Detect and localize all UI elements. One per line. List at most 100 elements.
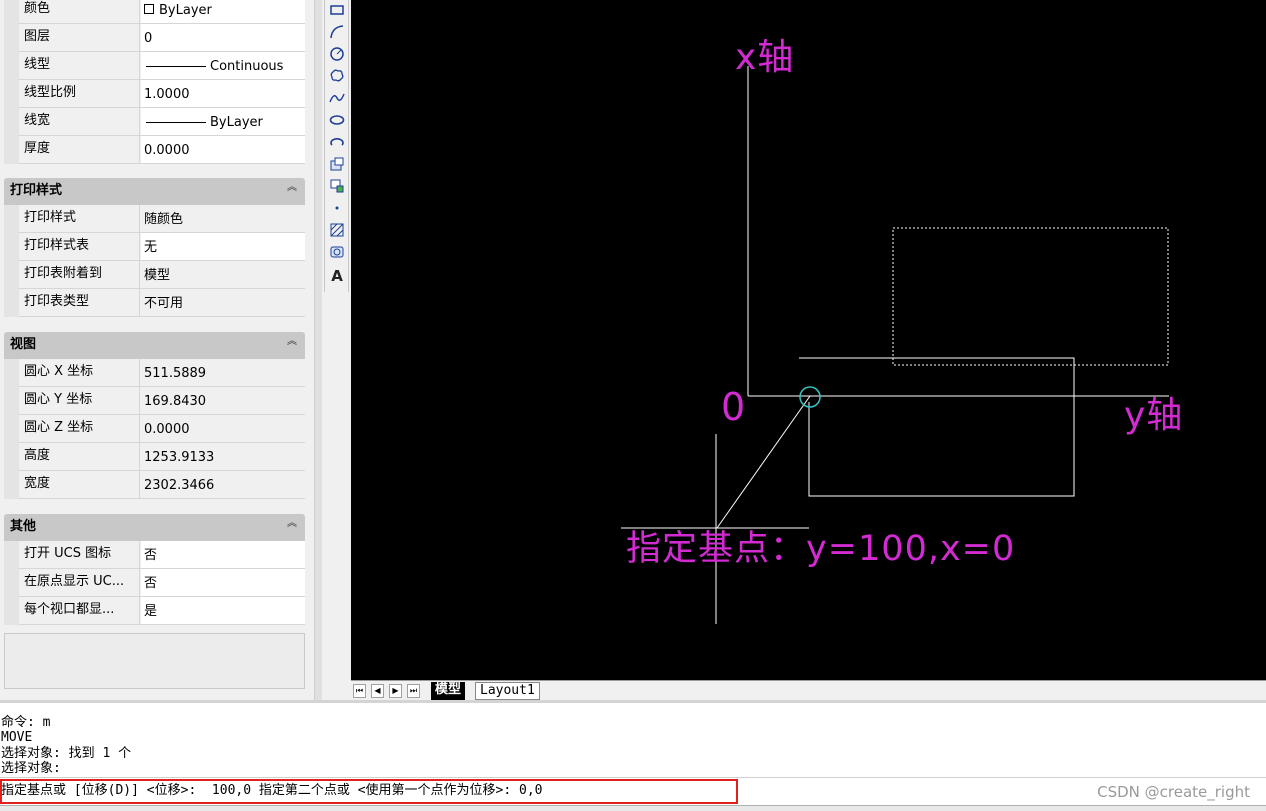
prop-row-center-y[interactable]: 圆心 Y 坐标 169.8430 (19, 387, 305, 415)
prop-value[interactable]: 随颜色 (141, 205, 305, 232)
prop-name: 打印表附着到 (19, 261, 140, 288)
prop-row-center-z[interactable]: 圆心 Z 坐标 0.0000 (19, 415, 305, 443)
color-swatch-icon (144, 4, 154, 14)
prop-value[interactable]: 169.8430 (141, 387, 305, 414)
layout-tab-bar: ⏮ ◀ ▶ ⏭ 模型 Layout1 (351, 680, 1266, 700)
tab-first-icon[interactable]: ⏮ (353, 684, 366, 698)
move-preview-rectangle (892, 227, 1169, 366)
prop-value[interactable]: 0.0000 (141, 136, 305, 163)
prop-row-ucs-per-viewport[interactable]: 每个视口都显... 是 (19, 597, 305, 625)
prop-name: 圆心 X 坐标 (19, 359, 140, 386)
tab-layout1[interactable]: Layout1 (475, 682, 540, 700)
prop-row-layer[interactable]: 图层 0 (19, 24, 305, 52)
prop-value[interactable]: 否 (141, 569, 305, 596)
circle-icon[interactable] (327, 46, 347, 66)
prop-name: 圆心 Z 坐标 (19, 415, 140, 442)
snap-marker-icon (799, 386, 821, 408)
prop-name: 线型比例 (19, 80, 140, 107)
collapse-icon[interactable]: ︽ (287, 178, 297, 198)
prop-row-linetype[interactable]: 线型 Continuous (19, 52, 305, 80)
tab-next-icon[interactable]: ▶ (389, 684, 402, 698)
highlight-box (0, 779, 738, 804)
prop-value[interactable]: 0 (141, 24, 305, 51)
arc-icon[interactable] (327, 24, 347, 44)
drawing-geometry[interactable] (351, 0, 1266, 680)
palette-scrollbar[interactable] (314, 0, 322, 700)
command-history-line: 选择对象: 找到 1 个 (1, 746, 132, 761)
prop-value-text: ByLayer (210, 115, 263, 130)
prop-value-text: ByLayer (159, 3, 212, 18)
ellipse-arc-icon[interactable] (327, 134, 347, 154)
tab-model[interactable]: 模型 (431, 682, 466, 700)
point-icon[interactable] (327, 200, 347, 220)
command-history-line: MOVE (1, 730, 33, 745)
properties-palette: 颜色 ByLayer 图层 0 线型 Continuous 线型比例 1.000… (0, 0, 322, 700)
rectangle-entity[interactable] (799, 357, 1075, 497)
prop-value[interactable]: 无 (141, 233, 305, 260)
palette-group-bar (4, 0, 19, 164)
section-header-view[interactable]: 视图 ︽ (4, 332, 305, 359)
prop-name: 打印样式表 (19, 233, 140, 260)
hatch-icon[interactable] (327, 222, 347, 242)
label-x-axis[interactable]: x轴 (735, 28, 794, 80)
tab-prev-icon[interactable]: ◀ (371, 684, 384, 698)
prop-value[interactable]: ByLayer (141, 108, 305, 135)
prop-row-height[interactable]: 高度 1253.9133 (19, 443, 305, 471)
prop-value[interactable]: 1.0000 (141, 80, 305, 107)
prop-row-plot-table-attached[interactable]: 打印表附着到 模型 (19, 261, 305, 289)
prop-name: 在原点显示 UC... (19, 569, 140, 596)
label-annotation[interactable]: 指定基点：y=100,x=0 (626, 520, 1015, 571)
insert-block-icon[interactable] (327, 156, 347, 176)
command-line-window[interactable]: 命令: m MOVE 选择对象: 找到 1 个 选择对象: 指定基点或 [位移(… (0, 700, 1266, 811)
prop-row-thickness[interactable]: 厚度 0.0000 (19, 136, 305, 164)
section-header-misc[interactable]: 其他 ︽ (4, 514, 305, 541)
rectangle-icon[interactable] (327, 2, 347, 22)
section-header-print-style[interactable]: 打印样式 ︽ (4, 178, 305, 205)
collapse-icon[interactable]: ︽ (287, 514, 297, 534)
status-bar (0, 805, 1266, 811)
prop-row-plot-style-table[interactable]: 打印样式表 无 (19, 233, 305, 261)
ellipse-icon[interactable] (327, 112, 347, 132)
prop-row-color[interactable]: 颜色 ByLayer (19, 0, 305, 24)
command-history-line: 命令: m (1, 715, 51, 730)
spline-icon[interactable] (327, 90, 347, 110)
prop-row-lineweight[interactable]: 线宽 ByLayer (19, 108, 305, 136)
prop-row-linetype-scale[interactable]: 线型比例 1.0000 (19, 80, 305, 108)
prop-value[interactable]: 0.0000 (141, 415, 305, 442)
prop-value[interactable]: 1253.9133 (141, 443, 305, 470)
command-history-line: 选择对象: (1, 761, 61, 776)
prop-row-plot-style[interactable]: 打印样式 随颜色 (19, 205, 305, 233)
make-block-icon[interactable] (327, 178, 347, 198)
prop-name: 厚度 (19, 136, 140, 163)
prop-value[interactable]: 2302.3466 (141, 471, 305, 498)
linetype-sample (146, 66, 206, 67)
property-description-box (4, 633, 305, 689)
prop-value[interactable]: 511.5889 (141, 359, 305, 386)
mtext-icon[interactable]: A (327, 266, 347, 286)
palette-group-bar (4, 205, 19, 317)
tab-last-icon[interactable]: ⏭ (407, 684, 420, 698)
region-icon[interactable] (327, 244, 347, 264)
revision-cloud-icon[interactable] (327, 68, 347, 88)
prop-value[interactable]: 否 (141, 541, 305, 568)
prop-row-ucs-icon-on[interactable]: 打开 UCS 图标 否 (19, 541, 305, 569)
prop-name: 颜色 (19, 0, 140, 23)
collapse-icon[interactable]: ︽ (287, 332, 297, 352)
section-title: 视图 (10, 337, 37, 352)
prop-value[interactable]: ByLayer (141, 0, 305, 23)
prop-value[interactable]: 是 (141, 597, 305, 624)
command-divider (0, 777, 1266, 778)
prop-row-width[interactable]: 宽度 2302.3466 (19, 471, 305, 499)
prop-row-ucs-at-origin[interactable]: 在原点显示 UC... 否 (19, 569, 305, 597)
drawing-canvas[interactable]: x轴 y轴 0 指定基点：y=100,x=0 (351, 0, 1266, 680)
prop-name: 高度 (19, 443, 140, 470)
prop-name: 线型 (19, 52, 140, 79)
prop-value[interactable]: Continuous (141, 52, 305, 79)
prop-row-plot-table-type[interactable]: 打印表类型 不可用 (19, 289, 305, 317)
prop-value[interactable]: 模型 (141, 261, 305, 288)
label-y-axis[interactable]: y轴 (1124, 386, 1183, 438)
prop-name: 宽度 (19, 471, 140, 498)
prop-row-center-x[interactable]: 圆心 X 坐标 511.5889 (19, 359, 305, 387)
prop-value[interactable]: 不可用 (141, 289, 305, 316)
label-origin[interactable]: 0 (721, 385, 746, 429)
